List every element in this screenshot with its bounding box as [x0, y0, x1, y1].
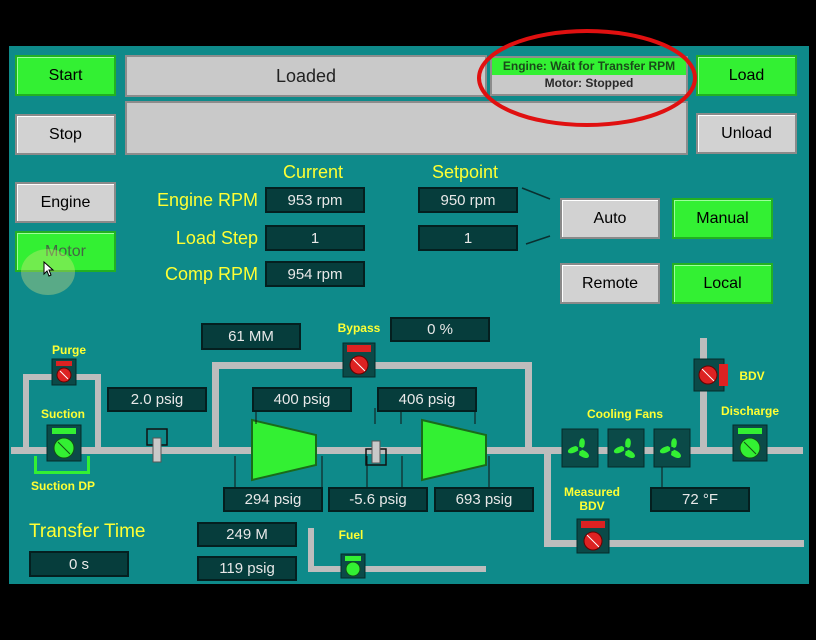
- stage2-suction-value: 406 psig: [377, 387, 477, 412]
- start-button[interactable]: Start: [15, 55, 116, 96]
- bypass-pipe-right: [525, 362, 532, 451]
- bdv-pipe: [700, 338, 707, 450]
- status-display: Loaded: [125, 55, 487, 97]
- cooling-fans-label: Cooling Fans: [587, 407, 663, 421]
- purge-valve-icon[interactable]: [51, 358, 77, 386]
- bypass-label: Bypass: [337, 321, 381, 335]
- stop-button[interactable]: Stop: [15, 114, 116, 155]
- fuel-flow-value: 249 M: [197, 522, 297, 547]
- local-button[interactable]: Local: [672, 263, 773, 304]
- fuel-pipe-horiz: [308, 566, 486, 572]
- engine-rpm-current: 953 rpm: [265, 187, 365, 213]
- suction-label: Suction: [41, 407, 85, 421]
- bypass-value: 0 %: [390, 317, 490, 342]
- measured-bdv-valve-icon[interactable]: [576, 518, 610, 554]
- transfer-time-label: Transfer Time: [29, 521, 146, 542]
- cooling-fan-1-icon: [561, 428, 599, 468]
- setpoint-connectors: [521, 187, 551, 245]
- fuel-valve-icon[interactable]: [340, 553, 366, 579]
- discharge-valve-icon[interactable]: [732, 424, 768, 462]
- engine-button[interactable]: Engine: [15, 182, 116, 223]
- measured-bdv-label: Measured BDV: [563, 485, 621, 513]
- mouse-pointer-icon: [43, 261, 55, 277]
- load-step-label: Load Step: [175, 228, 258, 248]
- load-button[interactable]: Load: [696, 55, 797, 96]
- suction-pressure-value: 2.0 psig: [107, 387, 207, 412]
- discharge-label: Discharge: [720, 404, 780, 418]
- bypass-pipe-left: [212, 362, 219, 451]
- transfer-time-value: 0 s: [29, 551, 129, 577]
- engine-rpm-setpoint[interactable]: 950 rpm: [418, 187, 518, 213]
- current-header: Current: [283, 162, 344, 182]
- auto-button[interactable]: Auto: [560, 198, 660, 239]
- fuel-label: Fuel: [338, 528, 364, 542]
- unload-button[interactable]: Unload: [696, 113, 797, 154]
- temperature-value: 72 °F: [650, 487, 750, 512]
- purge-label: Purge: [51, 343, 86, 357]
- pressure-neg-value: -5.6 psig: [328, 487, 428, 512]
- bdv-valve-icon[interactable]: [693, 358, 733, 392]
- comp-rpm-label: Comp RPM: [164, 264, 258, 284]
- remote-button[interactable]: Remote: [560, 263, 660, 304]
- cooling-fan-2-icon: [607, 428, 645, 468]
- engine-rpm-label: Engine RPM: [156, 190, 258, 210]
- bypass-valve-icon[interactable]: [342, 342, 376, 378]
- load-step-current: 1: [265, 225, 365, 251]
- suction-valve-icon[interactable]: [46, 424, 82, 462]
- suction-dp-label: Suction DP: [30, 479, 95, 493]
- mm-value: 61 MM: [201, 323, 301, 350]
- pressure-294-value: 294 psig: [223, 487, 323, 512]
- pressure-693-value: 693 psig: [434, 487, 534, 512]
- load-step-setpoint[interactable]: 1: [418, 225, 518, 251]
- cooling-fan-3-icon: [653, 428, 691, 468]
- fuel-pressure-value: 119 psig: [197, 556, 297, 581]
- setpoint-header: Setpoint: [432, 162, 499, 182]
- stage1-discharge-value: 400 psig: [252, 387, 352, 412]
- bdv-label: BDV: [739, 369, 765, 383]
- manual-button[interactable]: Manual: [672, 198, 773, 239]
- highlight-annotation: [477, 29, 697, 127]
- comp-rpm-current: 954 rpm: [265, 261, 365, 287]
